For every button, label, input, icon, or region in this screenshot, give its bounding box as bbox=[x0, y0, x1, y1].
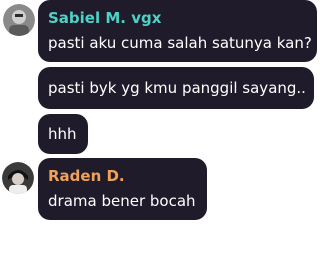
message-text: pasti aku cuma salah satunya kan? bbox=[48, 34, 312, 52]
message-text: hhh bbox=[48, 125, 77, 143]
avatar-sabiel[interactable] bbox=[3, 4, 35, 36]
sender-name[interactable]: Raden D. bbox=[48, 167, 125, 185]
message-bubble[interactable]: hhh bbox=[38, 114, 88, 154]
message-bubble[interactable]: Sabiel M. vgx pasti aku cuma salah satun… bbox=[38, 0, 317, 62]
message-text: drama bener bocah bbox=[48, 192, 196, 210]
message-text: pasti byk yg kmu panggil sayang.. bbox=[48, 79, 306, 97]
message-bubble[interactable]: Raden D. drama bener bocah bbox=[38, 158, 207, 220]
message-bubble[interactable]: pasti byk yg kmu panggil sayang.. bbox=[38, 67, 314, 109]
sender-name[interactable]: Sabiel M. vgx bbox=[48, 9, 161, 27]
avatar-raden[interactable] bbox=[2, 162, 34, 194]
